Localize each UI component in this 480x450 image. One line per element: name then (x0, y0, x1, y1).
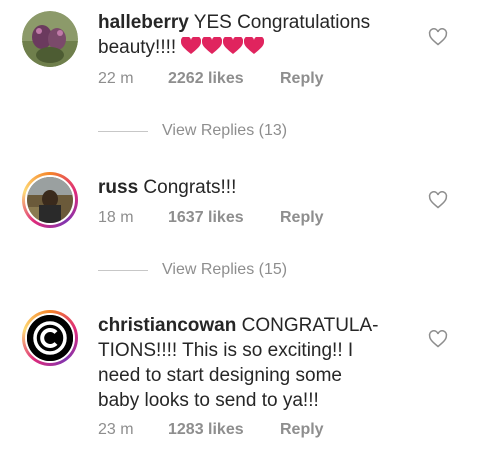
username[interactable]: halleberry (98, 12, 189, 33)
timestamp: 23 m (98, 421, 134, 438)
view-replies-button[interactable]: View Replies (15) (98, 261, 287, 279)
reply-button[interactable]: Reply (280, 421, 324, 439)
reply-button[interactable]: Reply (280, 70, 324, 88)
like-heart-outline-icon[interactable] (428, 190, 448, 210)
like-heart-outline-icon[interactable] (428, 27, 448, 47)
avatar-image (25, 175, 75, 225)
divider-line (98, 269, 148, 271)
copyright-logo-icon (27, 315, 73, 361)
red-heart-emoji (223, 37, 244, 54)
red-heart-emoji (244, 37, 265, 54)
comment-meta: 18 m 1637 likes Reply (98, 209, 324, 227)
avatar-photo (27, 177, 73, 223)
likes-count[interactable]: 1637 likes (168, 209, 280, 227)
comment-text: halleberry YES Congratulations beauty!!!… (98, 10, 398, 60)
red-heart-emoji (181, 37, 202, 54)
comment-body-line-2: TIONS!!!! This is so exciting!! I (98, 340, 354, 361)
avatar-image (22, 11, 78, 67)
comment-body-line-4: baby looks to send to ya!!! (98, 390, 319, 411)
red-heart-emoji (202, 37, 223, 54)
comment-body-line-3: need to start designing some (98, 365, 342, 386)
like-heart-outline-icon[interactable] (428, 329, 448, 349)
comment-text: christiancowan CONGRATULA- TIONS!!!! Thi… (98, 313, 398, 413)
view-replies-label: View Replies (15) (162, 261, 288, 278)
timestamp: 18 m (98, 209, 134, 226)
avatar-image (25, 313, 75, 363)
avatar-halleberry[interactable] (22, 11, 78, 67)
emoji-hearts (176, 37, 265, 58)
username[interactable]: christiancowan (98, 315, 236, 336)
timestamp: 22 m (98, 70, 134, 87)
likes-count[interactable]: 2262 likes (168, 70, 280, 88)
comment-text: russ Congrats!!! (98, 175, 398, 200)
comment-meta: 22 m 2262 likes Reply (98, 70, 324, 88)
avatar-russ[interactable] (22, 172, 78, 228)
reply-button[interactable]: Reply (280, 209, 324, 227)
divider-line (98, 130, 148, 132)
view-replies-label: View Replies (13) (162, 122, 288, 139)
comment-body-line-1: CONGRATULA- (241, 315, 379, 336)
view-replies-button[interactable]: View Replies (13) (98, 122, 287, 140)
username[interactable]: russ (98, 177, 138, 198)
likes-count[interactable]: 1283 likes (168, 421, 280, 439)
comment-body: Congrats!!! (143, 177, 237, 198)
comment-meta: 23 m 1283 likes Reply (98, 421, 324, 439)
avatar-christiancowan[interactable] (22, 310, 78, 366)
